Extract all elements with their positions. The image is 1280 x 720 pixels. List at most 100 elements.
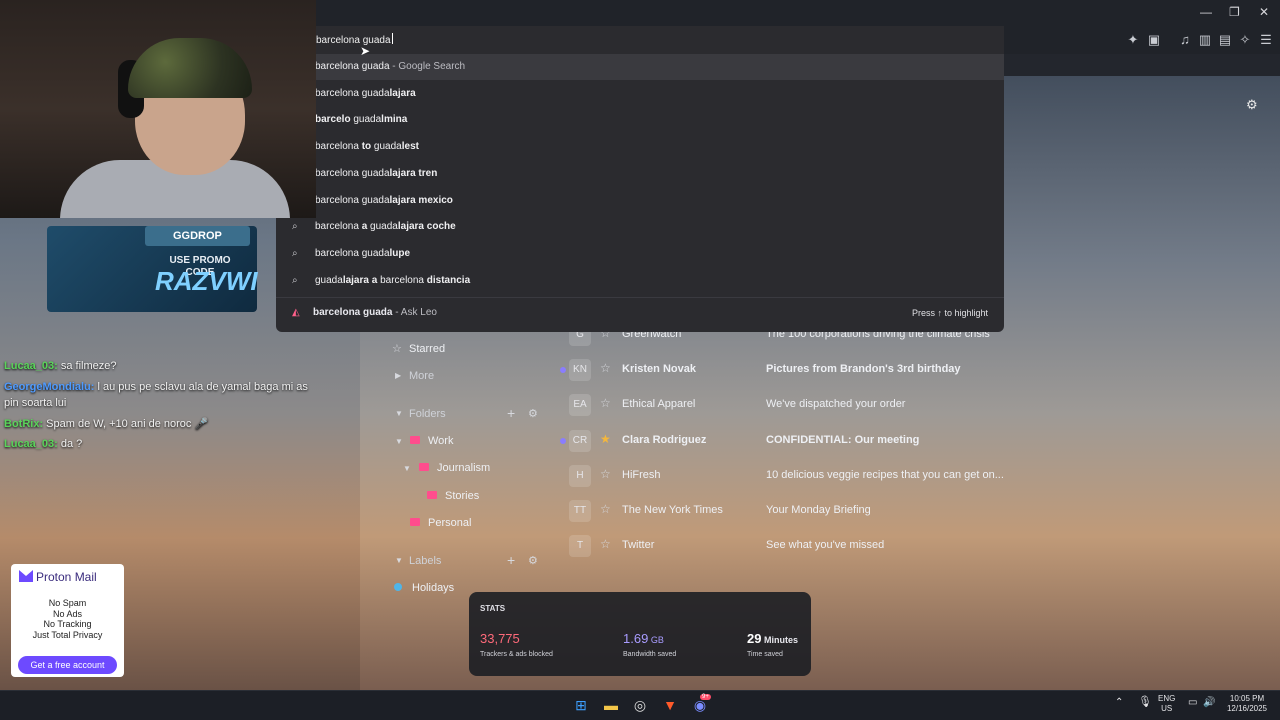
address-bar-input[interactable]: barcelona guada [316, 33, 393, 46]
address-bar-text: barcelona guada [316, 35, 391, 46]
avatar: CR [569, 429, 591, 452]
sidebar-item-holidays[interactable]: Holidays [394, 582, 454, 594]
chat-message: GeorgeMondialu: l au pus pe sclavu ala d… [4, 381, 308, 393]
search-suggestion[interactable]: ⌕ barcelona a guadalajara coche [276, 214, 1004, 240]
chevron-down-icon[interactable]: ▼ [395, 556, 403, 565]
suggestion-text: barcelona a guadalajara coche [315, 214, 456, 240]
star-outline-icon[interactable]: ☆ [600, 502, 611, 516]
language-indicator[interactable]: ENG US [1158, 694, 1175, 714]
file-explorer-icon[interactable]: ▬ [601, 695, 621, 715]
search-suggestion[interactable]: barcelona guada - Google Search [276, 54, 1004, 80]
chat-username: Lucaa_03: [4, 438, 58, 450]
mail-row[interactable]: KN ☆ Kristen Novak Pictures from Brandon's … [560, 355, 1010, 385]
wallet-icon[interactable]: ▤ [1217, 32, 1233, 48]
chat-text: Spam de W, +10 ani de noroc 🎤 [43, 418, 209, 430]
close-button[interactable]: ✕ [1259, 5, 1269, 19]
stat-time: 29 Minutes Time saved [747, 630, 798, 658]
restore-button[interactable]: ❐ [1229, 5, 1240, 19]
search-suggestion[interactable]: ⌕ barcelona guadalupe [276, 241, 1004, 267]
chat-message: Lucaa_03: sa filmeze? [4, 360, 117, 372]
sidebar-item-starred[interactable]: Starred [409, 343, 445, 355]
media-icon[interactable]: ♫ [1177, 32, 1193, 48]
chevron-down-icon[interactable]: ▼ [395, 437, 403, 446]
start-icon[interactable]: ⊞ [571, 695, 591, 715]
mail-row[interactable]: H ☆ HiFresh 10 delicious veggie recipes tha… [560, 461, 1010, 491]
obs-icon[interactable]: ◎ [630, 695, 650, 715]
search-icon: ⌕ [292, 221, 298, 233]
brave-icon[interactable]: ▼ [660, 695, 680, 715]
folder-settings-icon[interactable]: ⚙ [528, 407, 538, 420]
chevron-down-icon[interactable]: ▼ [395, 409, 403, 418]
sidebar-item-journalism[interactable]: Journalism [419, 462, 490, 474]
sidebar-icon[interactable]: ▥ [1197, 32, 1213, 48]
add-folder-icon[interactable]: + [507, 405, 515, 421]
folder-icon [419, 463, 429, 471]
extensions-icon[interactable]: ✦ [1125, 32, 1141, 48]
suggestion-part: lajara tren [389, 167, 438, 179]
star-outline-icon[interactable]: ☆ [600, 396, 611, 410]
promo-brand: GGDROP [145, 226, 250, 246]
avatar: EA [569, 394, 591, 417]
mail-sender: Clara Rodriguez [622, 433, 707, 446]
add-label-icon[interactable]: + [507, 552, 515, 568]
network-icon[interactable]: ▭ [1188, 698, 1197, 708]
stat-unit: GB [648, 635, 664, 645]
search-suggestion[interactable]: ⌕barcelona to guadalest [276, 134, 1004, 160]
leo-icon: ◭ [292, 307, 300, 318]
label-dot-icon [394, 583, 402, 591]
leo-query: barcelona guada [313, 307, 393, 318]
customize-gear-icon[interactable]: ⚙ [1246, 97, 1258, 113]
search-suggestion[interactable]: ⌕barcelona guadalajara mexico [276, 188, 1004, 214]
sidebar-item-work[interactable]: Work [410, 435, 453, 447]
mail-row[interactable]: CR ★ Clara Rodriguez CONFIDENTIAL: Our meet… [560, 426, 1010, 456]
clock[interactable]: 10:05 PM 12/16/2025 [1224, 694, 1270, 714]
star-outline-icon[interactable]: ☆ [600, 537, 611, 551]
volume-icon[interactable]: 🔊 [1203, 698, 1215, 708]
mail-row[interactable]: EA ☆ Ethical Apparel We've dispatched your … [560, 390, 1010, 420]
star-outline-icon[interactable]: ☆ [600, 467, 611, 481]
mail-subject: 10 delicious veggie recipes that you can… [766, 468, 1004, 481]
sidebar-item-personal[interactable]: Personal [410, 517, 471, 529]
unread-dot-icon [560, 437, 566, 444]
proton-feature: No Spam [48, 598, 87, 608]
search-suggestion[interactable]: ⌕barcelona guadalajara [276, 81, 1004, 107]
avatar: KN [569, 359, 591, 382]
wallet-panel-icon[interactable]: ▣ [1146, 32, 1162, 48]
lang-line: US [1161, 704, 1173, 713]
search-suggestion[interactable]: ⌕barcelona guadalajara tren [276, 161, 1004, 187]
ask-leo-suggestion[interactable]: ◭ barcelona guada - Ask Leo Press ↑ to h… [276, 300, 1004, 326]
text-caret [391, 33, 393, 44]
minimize-button[interactable]: — [1200, 5, 1212, 19]
unread-dot-icon [560, 367, 566, 374]
mail-sender: Ethical Apparel [622, 398, 696, 411]
folder-label: Stories [445, 490, 480, 502]
menu-icon[interactable]: ☰ [1258, 32, 1274, 48]
mail-sender: HiFresh [622, 468, 661, 481]
search-suggestion[interactable]: ⌕barcelo guadalmina [276, 107, 1004, 133]
microphone-icon[interactable]: 🎙 [1138, 697, 1152, 708]
label-name: Holidays [412, 582, 455, 594]
stat-value: 29 [747, 631, 762, 646]
proton-logo: Proton Mail [19, 570, 119, 584]
suggestion-text: barcelona guada - Google Search [315, 54, 465, 80]
mail-row[interactable]: TT ☆ The New York Times Your Monday Briefin… [560, 496, 1010, 526]
leo-icon[interactable]: ✧ [1237, 32, 1253, 48]
star-outline-icon[interactable]: ☆ [600, 361, 611, 375]
folder-icon [410, 436, 420, 444]
search-suggestion[interactable]: ⌕ guadalajara a barcelona distancia [276, 268, 1004, 294]
mail-sender: Twitter [622, 539, 655, 552]
promo-code: RAZVWI [155, 266, 258, 296]
chevron-right-icon[interactable]: ▶ [395, 371, 401, 380]
chevron-down-icon[interactable]: ▼ [403, 464, 411, 473]
get-free-account-button[interactable]: Get a free account [18, 656, 117, 674]
folder-label: Work [428, 435, 454, 447]
suggestion-part: lest [401, 141, 419, 153]
suggestion-part: lajara mexico [389, 194, 453, 206]
label-settings-icon[interactable]: ⚙ [528, 554, 538, 567]
tray-overflow-icon[interactable]: ⌃ [1115, 698, 1123, 708]
sidebar-item-more[interactable]: More [409, 370, 434, 382]
star-filled-icon[interactable]: ★ [600, 432, 611, 446]
suggestion-part: barcelona [377, 274, 427, 286]
mail-row[interactable]: T ☆ Twitter See what you've missed [560, 531, 1010, 561]
sidebar-item-stories[interactable]: Stories [427, 490, 479, 502]
